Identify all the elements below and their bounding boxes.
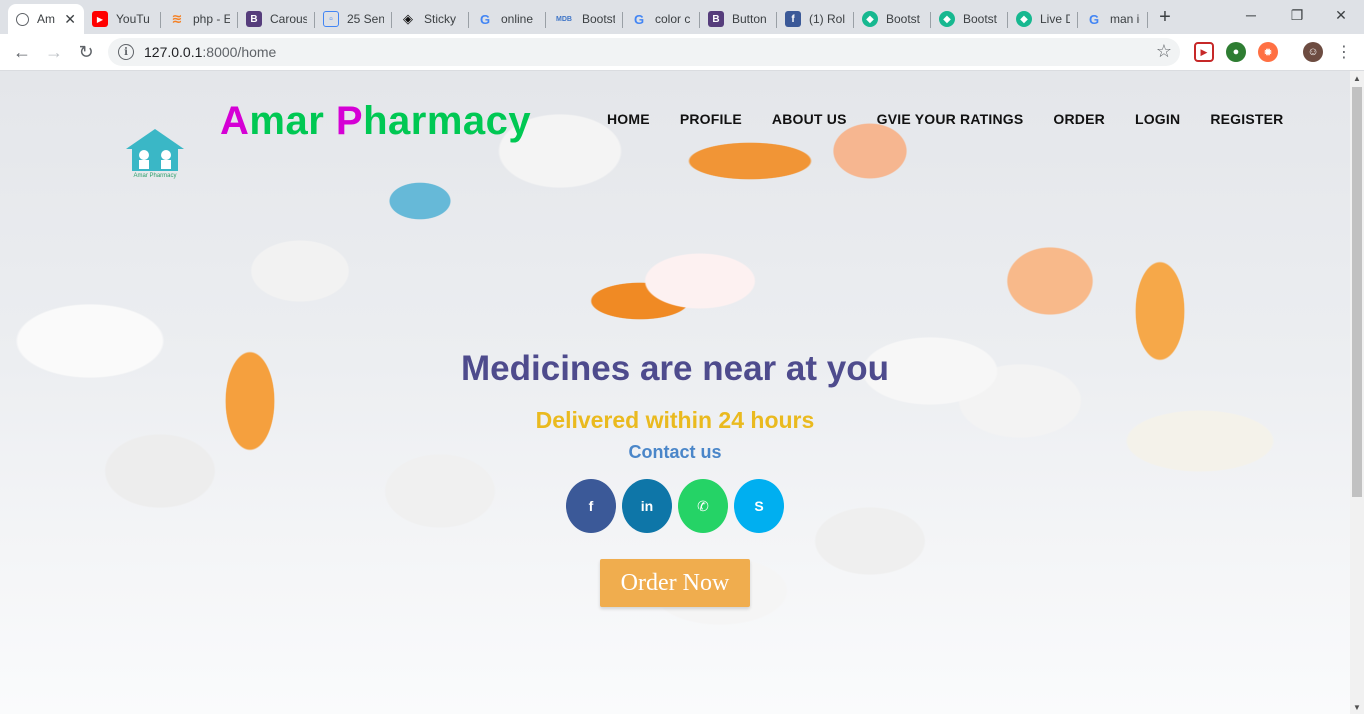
tab-facebook[interactable]: f (1) Rol [777, 4, 854, 34]
site-brand[interactable]: Amar Pharmacy [220, 99, 531, 144]
close-window-icon[interactable]: ✕ [1318, 0, 1364, 30]
scroll-up-icon[interactable]: ▲ [1350, 71, 1364, 85]
tab-title: Live D [1040, 12, 1070, 26]
page-viewport: Amar Pharmacy Amar Pharmacy HOME PROFILE… [0, 71, 1350, 714]
address-bar[interactable]: i 127.0.0.1:8000/home ☆ [108, 38, 1180, 66]
globe-icon [16, 12, 29, 26]
logo-caption: Amar Pharmacy [133, 173, 176, 179]
brand-mar: mar [249, 99, 336, 143]
forward-arrow-icon[interactable]: → [40, 38, 68, 66]
nav-login[interactable]: LOGIN [1120, 111, 1195, 127]
url-host: 127.0.0.1 [144, 44, 203, 60]
bootstrap-icon: B [246, 11, 262, 27]
browser-tab-strip: Am ✕ ▶ YouTu ≋ php - E B Carous ▫ 25 Sen… [0, 0, 1364, 34]
extension-globe-icon[interactable]: ● [1226, 42, 1246, 62]
vertical-scrollbar[interactable]: ▲ ▼ [1350, 71, 1364, 714]
url-path: :8000/home [202, 44, 277, 60]
tab-bootstrap-2[interactable]: ◆ Bootst [931, 4, 1008, 34]
whatsapp-icon: ✆ [697, 497, 709, 514]
profile-avatar[interactable]: ☺ [1303, 42, 1323, 62]
tab-title: YouTu [116, 12, 150, 26]
scrollbar-thumb[interactable] [1352, 87, 1362, 497]
google-icon: G [633, 11, 645, 27]
scroll-down-icon[interactable]: ▼ [1350, 700, 1364, 714]
main-nav: HOME PROFILE ABOUT US GVIE YOUR RATINGS … [592, 111, 1298, 127]
whatsapp-button[interactable]: ✆ [678, 479, 728, 533]
tab-title: man ic [1110, 12, 1140, 26]
hero-pills-background [0, 71, 1350, 714]
doc-icon: ▫ [323, 11, 339, 27]
tab-amar-pharmacy[interactable]: Am ✕ [8, 4, 84, 34]
codepen-icon: ◈ [403, 11, 413, 26]
contact-us-label: Contact us [628, 442, 722, 462]
tab-title: 25 Sen [347, 12, 384, 26]
minimize-icon[interactable]: ─ [1228, 0, 1274, 30]
brand-letter-a: A [220, 99, 250, 143]
tab-title: online [501, 12, 534, 26]
mdb-icon: MDB [556, 15, 572, 23]
tab-live-demo[interactable]: ◆ Live D [1008, 4, 1078, 34]
tab-bootstrap-carousel[interactable]: B Carous [238, 4, 315, 34]
hexagon-icon: ◆ [862, 11, 878, 27]
menu-kebab-icon[interactable]: ⋮ [1330, 38, 1358, 66]
hero-subheadline: Delivered within 24 hours [535, 407, 815, 433]
tab-title: color c [655, 12, 691, 26]
nav-give-ratings[interactable]: GVIE YOUR RATINGS [862, 111, 1039, 127]
tab-title: Button [732, 12, 767, 26]
browser-toolbar: ← → ↻ i 127.0.0.1:8000/home ☆ ▶ ● ✹ ☺ ⋮ [0, 34, 1364, 71]
tab-bootstrap-1[interactable]: ◆ Bootst [854, 4, 931, 34]
extension-video-icon[interactable]: ▶ [1194, 42, 1214, 62]
back-arrow-icon[interactable]: ← [8, 38, 36, 66]
google-icon: G [1088, 11, 1100, 27]
facebook-icon: f [588, 498, 594, 514]
info-icon[interactable]: i [118, 44, 134, 60]
order-now-button[interactable]: Order Now [600, 559, 750, 607]
stackoverflow-icon: ≋ [171, 11, 183, 26]
bookmark-star-icon[interactable]: ☆ [1156, 41, 1172, 62]
nav-register[interactable]: REGISTER [1195, 111, 1298, 127]
skype-button[interactable]: S [734, 479, 784, 533]
new-tab-button[interactable]: + [1153, 5, 1177, 29]
brand-harmacy: harmacy [363, 99, 532, 143]
pharmacy-logo[interactable]: Amar Pharmacy [122, 125, 188, 179]
hero-headline: Medicines are near at you [461, 349, 889, 388]
nav-about-us[interactable]: ABOUT US [757, 111, 862, 127]
facebook-button[interactable]: f [566, 479, 616, 533]
social-buttons: f in ✆ S [566, 479, 784, 533]
tab-title: Carous [270, 12, 307, 26]
tab-mdb-bootstrap[interactable]: MDB Bootst [546, 4, 623, 34]
linkedin-button[interactable]: in [622, 479, 672, 533]
tab-title: (1) Rol [809, 12, 846, 26]
tab-title: Am [37, 12, 55, 26]
tab-title: Sticky [424, 12, 457, 26]
hexagon-icon: ◆ [1016, 11, 1032, 27]
tab-title: Bootst [963, 12, 998, 26]
tab-title: php - E [193, 12, 230, 26]
tab-bootstrap-button[interactable]: B Button [700, 4, 777, 34]
tab-title: Bootst [886, 12, 921, 26]
skype-icon: S [754, 498, 764, 514]
tab-youtube[interactable]: ▶ YouTu [84, 4, 161, 34]
nav-profile[interactable]: PROFILE [665, 111, 757, 127]
close-tab-icon[interactable]: ✕ [64, 11, 76, 28]
hexagon-icon: ◆ [939, 11, 955, 27]
restore-icon[interactable]: ❐ [1274, 0, 1320, 30]
tab-google-man-icon[interactable]: G man ic [1078, 4, 1148, 34]
tab-google-online[interactable]: G online [469, 4, 546, 34]
tab-sticky[interactable]: ◈ Sticky [392, 4, 469, 34]
brand-letter-p: P [335, 99, 364, 143]
linkedin-icon: in [640, 498, 654, 514]
nav-home[interactable]: HOME [592, 111, 665, 127]
extension-fire-icon[interactable]: ✹ [1258, 42, 1278, 62]
tab-google-color[interactable]: G color c [623, 4, 700, 34]
reload-icon[interactable]: ↻ [72, 38, 100, 66]
tab-stackoverflow[interactable]: ≋ php - E [161, 4, 238, 34]
bootstrap-icon: B [708, 11, 724, 27]
nav-order[interactable]: ORDER [1038, 111, 1120, 127]
tab-25-sen[interactable]: ▫ 25 Sen [315, 4, 392, 34]
google-icon: G [479, 11, 491, 27]
tab-title: Bootst [582, 12, 615, 26]
youtube-icon: ▶ [92, 11, 108, 27]
facebook-icon: f [785, 11, 801, 27]
